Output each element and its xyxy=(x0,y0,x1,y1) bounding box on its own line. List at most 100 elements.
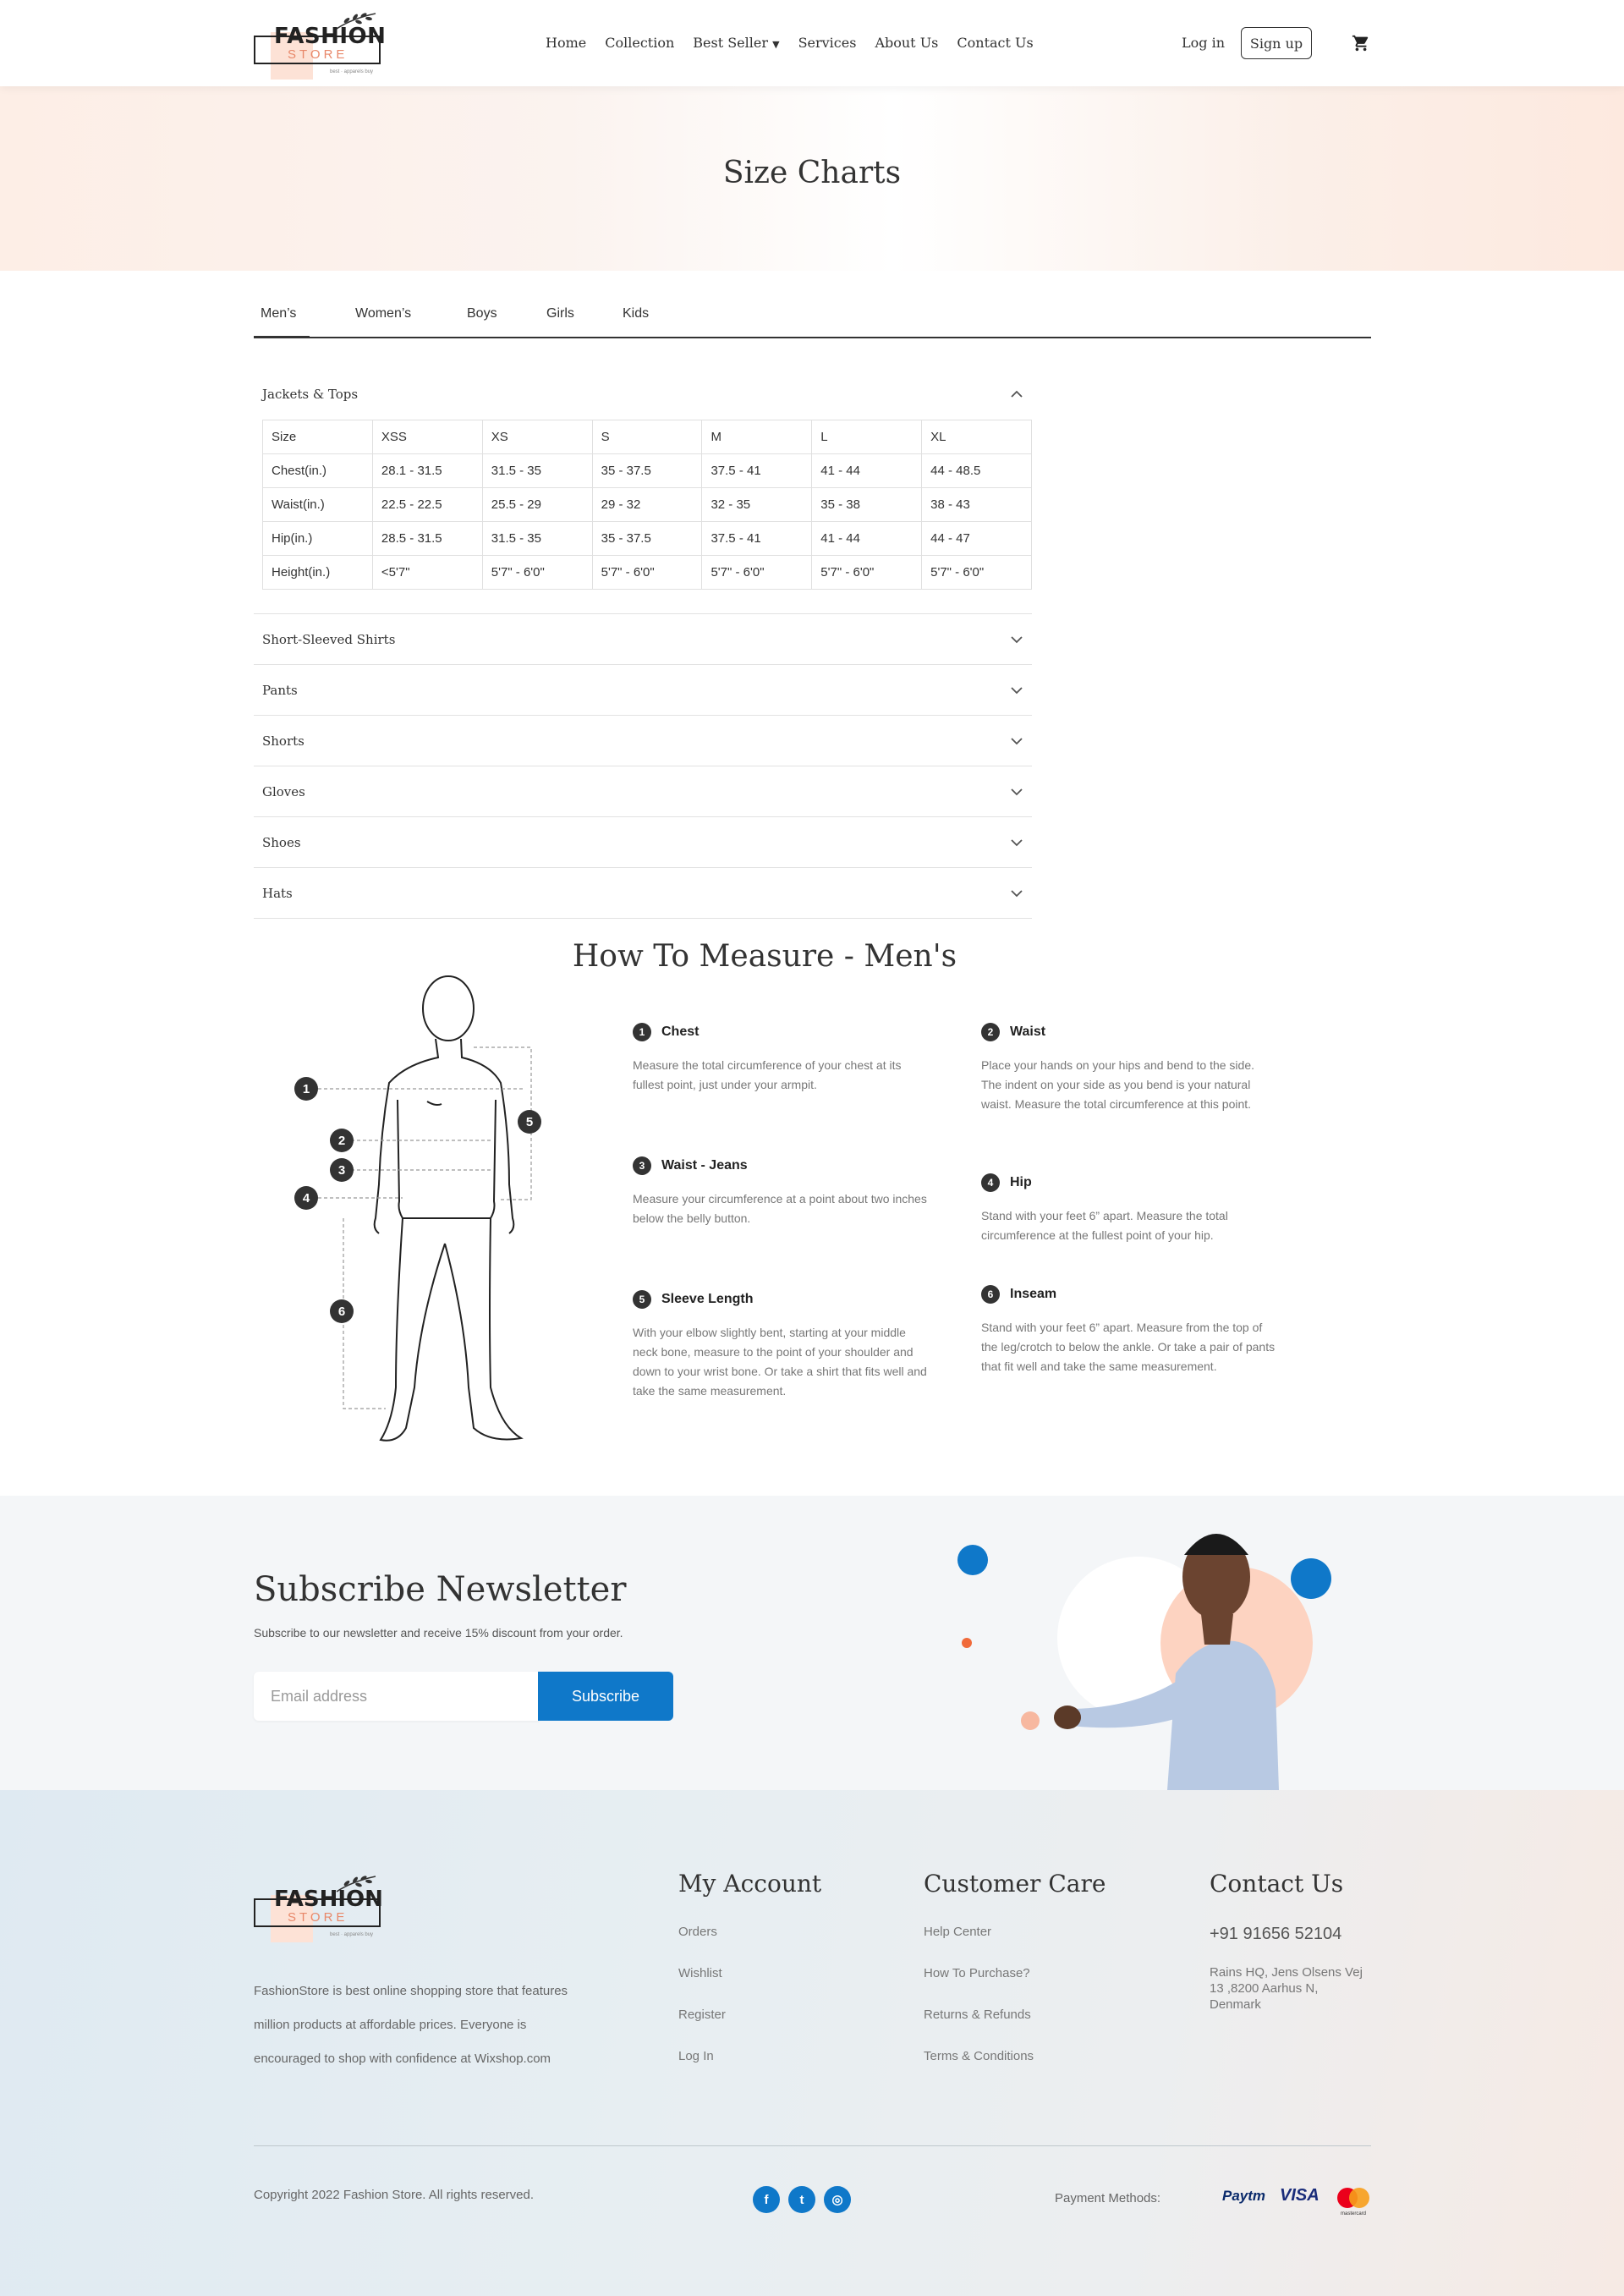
accordion-header-gloves[interactable]: Gloves xyxy=(254,766,1032,817)
contact-address: Rains HQ, Jens Olsens Vej 13 ,8200 Aarhu… xyxy=(1210,1965,1363,2012)
logo-text: FASHION xyxy=(274,24,387,49)
table-cell: 44 - 47 xyxy=(921,521,1032,556)
footer-link-login[interactable]: Log In xyxy=(678,2049,821,2090)
nav-services[interactable]: Services xyxy=(798,35,857,51)
measure-item-text: Stand with your feet 6” apart. Measure t… xyxy=(981,1209,1228,1242)
chevron-down-icon xyxy=(1011,686,1023,694)
tab-womens[interactable]: Women’s xyxy=(355,306,411,338)
accordion-header-hats[interactable]: Hats xyxy=(254,868,1032,919)
newsletter-section: Subscribe Newsletter Subscribe to our ne… xyxy=(0,1496,1624,1790)
measure-item-waist: 2 Waist Place your hands on your hips and… xyxy=(981,1022,1277,1114)
page-title: Size Charts xyxy=(722,156,902,190)
accordion-header-shoes[interactable]: Shoes xyxy=(254,817,1032,868)
table-cell: 41 - 44 xyxy=(811,453,923,488)
size-table: Size XSS XS S M L XL Chest(in.) 28.1 - 3… xyxy=(262,420,1032,590)
footer-link-returns-refunds[interactable]: Returns & Refunds xyxy=(924,2008,1106,2049)
footer-link-wishlist[interactable]: Wishlist xyxy=(678,1966,821,2008)
measure-marker-2: 2 xyxy=(330,1129,354,1152)
footer-heading: My Account xyxy=(678,1870,822,1898)
measure-item-label: Chest xyxy=(661,1024,700,1039)
table-cell: 37.5 - 41 xyxy=(701,453,813,488)
nav-home[interactable]: Home xyxy=(546,35,586,51)
table-row: Height(in.) <5'7" 5'7" - 6'0" 5'7" - 6'0… xyxy=(262,555,1032,590)
table-cell: 31.5 - 35 xyxy=(481,453,593,488)
accordion-header-pants[interactable]: Pants xyxy=(254,665,1032,716)
measure-item-text: Measure your circumference at a point ab… xyxy=(633,1192,927,1225)
chevron-up-icon xyxy=(1011,390,1023,398)
footer-my-account: My Account Orders Wishlist Register Log … xyxy=(678,1870,821,2090)
instagram-icon[interactable]: ◎ xyxy=(824,2186,851,2213)
table-cell: Chest(in.) xyxy=(262,453,373,488)
contact-phone[interactable]: +91 91656 52104 xyxy=(1210,1925,1370,1944)
cart-icon[interactable] xyxy=(1352,34,1370,52)
table-cell: Height(in.) xyxy=(262,555,373,590)
footer-description: FashionStore is best online shopping sto… xyxy=(254,1984,568,2066)
footer-heading: Customer Care xyxy=(924,1870,1106,1898)
tab-kids[interactable]: Kids xyxy=(623,306,649,338)
newsletter-person-image xyxy=(957,1534,1331,1790)
accordion-header-jackets-tops[interactable]: Jackets & Tops xyxy=(254,369,1032,420)
table-cell: 35 - 37.5 xyxy=(591,521,703,556)
footer-link-terms-conditions[interactable]: Terms & Conditions xyxy=(924,2049,1106,2090)
accordion-title: Short-Sleeved Shirts xyxy=(262,631,396,647)
table-cell: 5'7" - 6'0" xyxy=(481,555,593,590)
footer: FASHION STORE best · apparels buy Fashio… xyxy=(0,1790,1624,2296)
footer-link-how-to-purchase[interactable]: How To Purchase? xyxy=(924,1966,1106,2008)
table-header-cell: XS xyxy=(481,420,593,454)
size-tabs: Men’s Women’s Boys Girls Kids xyxy=(254,305,1371,338)
measure-title: How To Measure - Men's xyxy=(572,939,957,974)
table-cell: 32 - 35 xyxy=(701,487,813,522)
footer-link-register[interactable]: Register xyxy=(678,2008,821,2049)
nav-contact-us[interactable]: Contact Us xyxy=(957,35,1033,51)
accordion-header-shorts[interactable]: Shorts xyxy=(254,716,1032,766)
measure-item-label: Inseam xyxy=(1010,1287,1057,1301)
facebook-icon[interactable]: f xyxy=(753,2186,780,2213)
accordion-title: Shoes xyxy=(262,834,301,850)
mastercard-logo: mastercard xyxy=(1337,2188,1369,2216)
measure-item-label: Sleeve Length xyxy=(661,1292,754,1306)
measure-item-label: Waist xyxy=(1010,1024,1046,1039)
chevron-down-icon xyxy=(1011,737,1023,744)
logo-subtext: STORE xyxy=(288,47,348,62)
measure-item-title: 6 Inseam xyxy=(981,1284,1277,1305)
logo-subtext: STORE xyxy=(288,1910,348,1925)
mastercard-label: mastercard xyxy=(1341,2211,1366,2216)
footer-logo[interactable]: FASHION STORE best · apparels buy xyxy=(254,1871,383,1944)
twitter-icon[interactable]: t xyxy=(788,2186,815,2213)
table-cell: 38 - 43 xyxy=(921,487,1032,522)
measure-item-label: Hip xyxy=(1010,1175,1032,1189)
subscribe-button[interactable]: Subscribe xyxy=(538,1672,673,1721)
table-cell: 29 - 32 xyxy=(591,487,703,522)
table-cell: 35 - 38 xyxy=(811,487,923,522)
table-header-cell: S xyxy=(591,420,703,454)
logo[interactable]: FASHION STORE best · apparels buy xyxy=(254,8,386,81)
nav-collection[interactable]: Collection xyxy=(605,35,674,51)
table-cell: 5'7" - 6'0" xyxy=(811,555,923,590)
footer-contact: Contact Us +91 91656 52104 Rains HQ, Jen… xyxy=(1210,1870,1370,2013)
footer-link-help-center[interactable]: Help Center xyxy=(924,1925,1106,1966)
table-cell: Hip(in.) xyxy=(262,521,373,556)
nav-best-seller[interactable]: Best Seller ▼ xyxy=(693,35,779,51)
tab-boys[interactable]: Boys xyxy=(467,306,497,338)
tab-girls[interactable]: Girls xyxy=(546,306,574,338)
measure-item-sleeve-length: 5 Sleeve Length With your elbow slightly … xyxy=(633,1289,929,1401)
newsletter-subtitle: Subscribe to our newsletter and receive … xyxy=(254,1626,623,1640)
login-link[interactable]: Log in xyxy=(1182,35,1225,51)
tab-mens[interactable]: Men’s xyxy=(254,306,310,338)
table-header-cell: Size xyxy=(262,420,373,454)
accordion-header-short-sleeved-shirts[interactable]: Short-Sleeved Shirts xyxy=(254,614,1032,665)
nav-about-us[interactable]: About Us xyxy=(875,35,938,51)
email-input[interactable]: Email address xyxy=(254,1672,540,1721)
table-row: Hip(in.) 28.5 - 31.5 31.5 - 35 35 - 37.5… xyxy=(262,521,1032,556)
signup-button[interactable]: Sign up xyxy=(1241,27,1312,59)
size-accordion: Jackets & Tops Size XSS XS S M L XL Ches… xyxy=(254,369,1032,919)
measure-item-inseam: 6 Inseam Stand with your feet 6” apart. M… xyxy=(981,1284,1277,1376)
measure-item-text: Stand with your feet 6” apart. Measure f… xyxy=(981,1321,1276,1373)
footer-link-orders[interactable]: Orders xyxy=(678,1925,821,1966)
table-cell: 5'7" - 6'0" xyxy=(701,555,813,590)
table-header-row: Size XSS XS S M L XL xyxy=(262,420,1032,454)
measure-item-title: 2 Waist xyxy=(981,1022,1277,1042)
table-header-cell: M xyxy=(701,420,813,454)
table-cell: 28.1 - 31.5 xyxy=(371,453,483,488)
newsletter-title: Subscribe Newsletter xyxy=(254,1570,627,1609)
